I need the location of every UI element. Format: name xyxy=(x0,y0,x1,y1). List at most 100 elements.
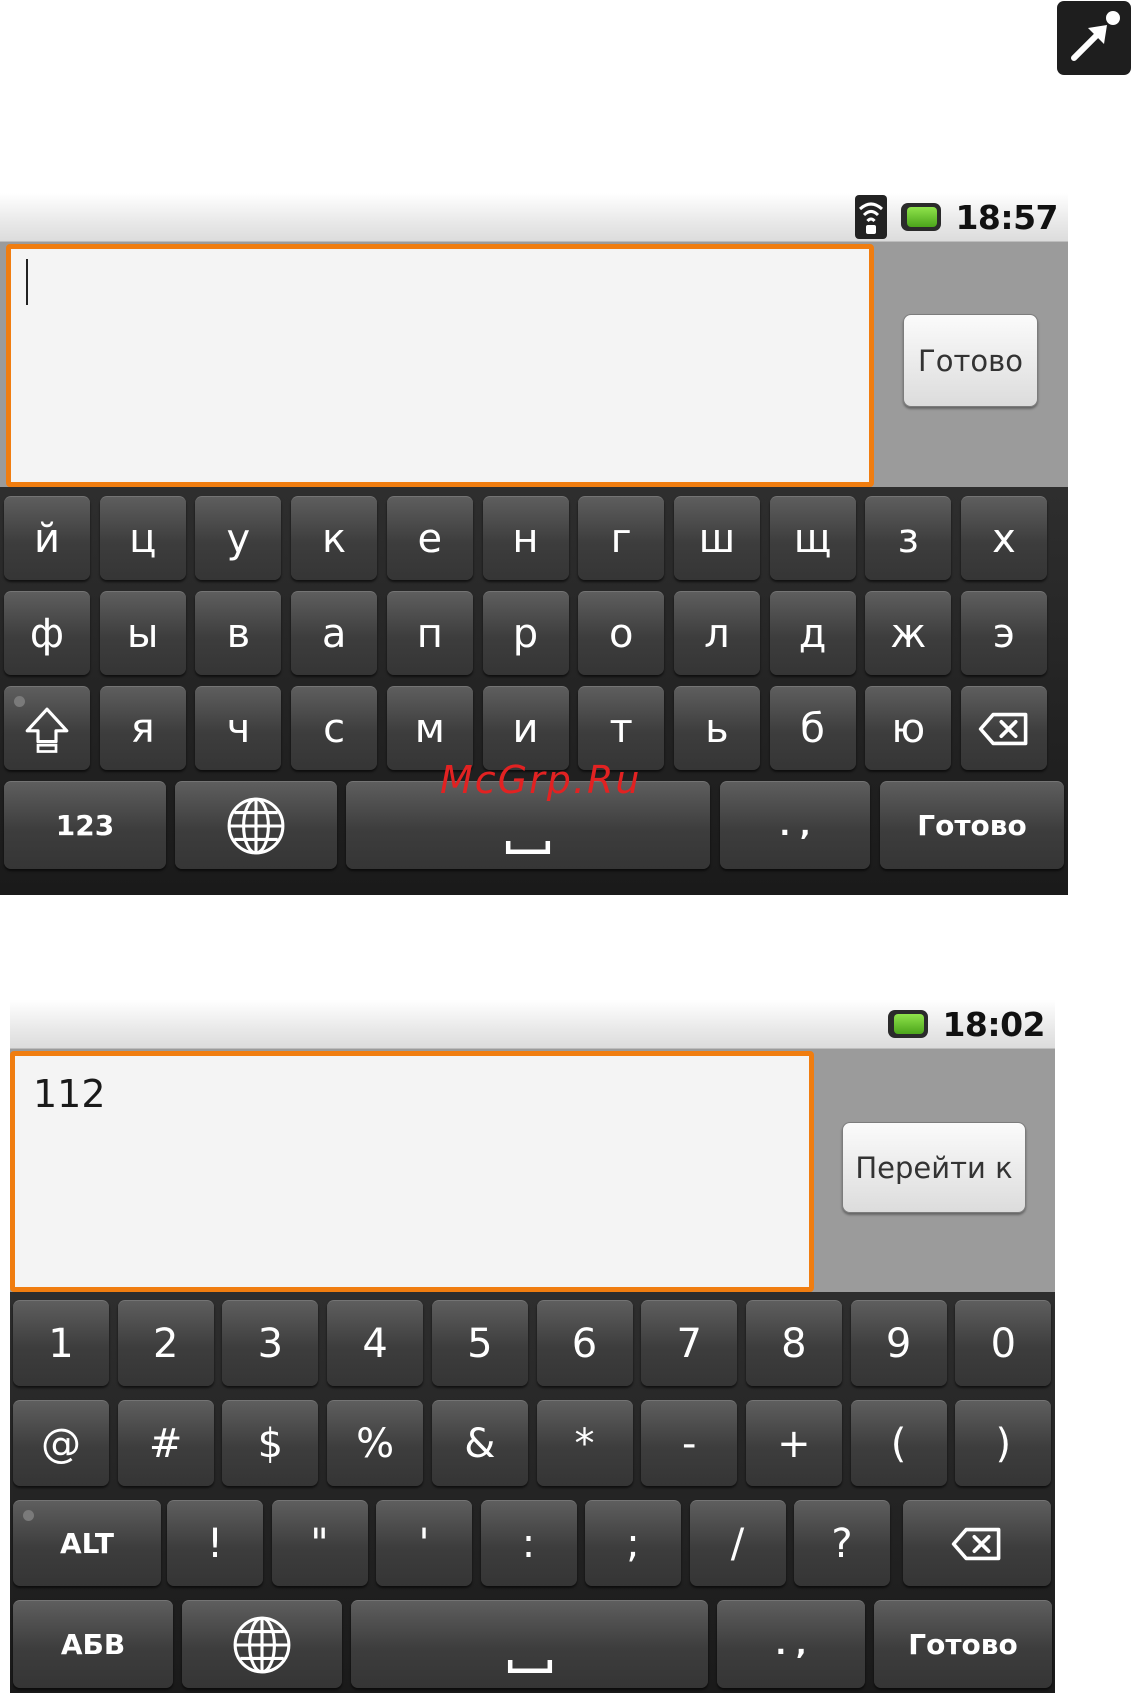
screenshot-symbol-keyboard: 18:02 112 Перейти к 1 2 3 4 5 6 7 8 9 0 @ # $% & * - + ()… xyxy=(10,1000,1055,1693)
key[interactable]: 2 xyxy=(117,1300,214,1386)
key[interactable]: 7 xyxy=(641,1300,738,1386)
backspace-icon xyxy=(951,1527,1001,1560)
key[interactable]: ф xyxy=(4,591,90,675)
key[interactable]: 0 xyxy=(955,1300,1052,1386)
key[interactable]: к xyxy=(291,496,378,580)
key[interactable]: в xyxy=(195,591,282,675)
done-key[interactable]: Готово xyxy=(874,1600,1052,1688)
key[interactable]: ; xyxy=(585,1500,681,1586)
key-label: АБВ xyxy=(60,1628,126,1661)
key[interactable]: э xyxy=(961,591,1047,675)
punctuation-key[interactable]: . , xyxy=(717,1600,865,1688)
key[interactable]: о xyxy=(578,591,665,675)
key[interactable]: # xyxy=(117,1400,214,1486)
key[interactable]: 9 xyxy=(850,1300,947,1386)
input-area: Готово xyxy=(0,242,1068,487)
key[interactable]: % xyxy=(327,1400,424,1486)
key[interactable]: ! xyxy=(167,1500,263,1586)
key[interactable]: ' xyxy=(376,1500,472,1586)
key[interactable]: д xyxy=(769,591,856,675)
status-bar: 18:02 xyxy=(10,1000,1055,1049)
key-label: # xyxy=(148,1420,183,1467)
key-label: ; xyxy=(626,1520,640,1567)
key-label: 5 xyxy=(467,1320,493,1367)
status-bar: 18:57 xyxy=(0,193,1068,242)
mode-abc-key[interactable]: АБВ xyxy=(13,1600,173,1688)
key[interactable]: - xyxy=(641,1400,738,1486)
key[interactable]: ю xyxy=(865,686,952,770)
space-key[interactable] xyxy=(351,1600,708,1688)
status-time: 18:02 xyxy=(942,1004,1045,1044)
key[interactable]: у xyxy=(195,496,282,580)
key[interactable]: п xyxy=(386,591,473,675)
key[interactable]: б xyxy=(769,686,856,770)
key[interactable]: ч xyxy=(195,686,282,770)
backspace-key[interactable] xyxy=(961,686,1047,770)
key[interactable]: @ xyxy=(13,1400,109,1486)
done-action-button[interactable]: Готово xyxy=(903,314,1038,407)
key[interactable]: * xyxy=(536,1400,633,1486)
key-label: 2 xyxy=(152,1320,179,1367)
key[interactable]: ? xyxy=(794,1500,890,1586)
key[interactable]: ы xyxy=(99,591,186,675)
key-label: б xyxy=(800,705,825,752)
go-to-action-button[interactable]: Перейти к xyxy=(842,1122,1026,1213)
key-label: 6 xyxy=(571,1320,598,1367)
indicator-dot xyxy=(23,1510,34,1521)
key[interactable]: & xyxy=(431,1400,528,1486)
mode-123-key[interactable]: 123 xyxy=(4,781,166,869)
key[interactable]: л xyxy=(673,591,760,675)
key[interactable]: 4 xyxy=(327,1300,424,1386)
key-label: 8 xyxy=(781,1320,807,1367)
key[interactable]: ь xyxy=(673,686,760,770)
key[interactable]: щ xyxy=(769,496,856,580)
key[interactable]: з xyxy=(865,496,952,580)
language-key[interactable] xyxy=(175,781,337,869)
key[interactable]: + xyxy=(745,1400,842,1486)
key-label: с xyxy=(323,705,346,752)
key[interactable]: / xyxy=(689,1500,786,1586)
key[interactable]: г xyxy=(578,496,665,580)
key-label: ь xyxy=(705,705,729,752)
key[interactable]: ц xyxy=(99,496,186,580)
key[interactable]: " xyxy=(271,1500,368,1586)
done-key[interactable]: Готово xyxy=(880,781,1064,869)
key[interactable]: 6 xyxy=(536,1300,633,1386)
key[interactable]: ш xyxy=(673,496,760,580)
language-key[interactable] xyxy=(182,1600,342,1688)
key-label: @ xyxy=(41,1420,81,1467)
key[interactable]: е xyxy=(386,496,473,580)
key[interactable]: р xyxy=(482,591,569,675)
key-label: в xyxy=(226,610,251,657)
key[interactable]: ж xyxy=(865,591,952,675)
text-input[interactable] xyxy=(6,244,874,487)
backspace-key[interactable] xyxy=(903,1500,1051,1586)
key[interactable]: ( xyxy=(850,1400,947,1486)
alt-key[interactable]: ALT xyxy=(13,1500,161,1586)
wifi-icon xyxy=(855,195,888,239)
text-input[interactable]: 112 xyxy=(10,1051,814,1292)
key[interactable]: н xyxy=(482,496,569,580)
key[interactable]: с xyxy=(291,686,378,770)
shift-key[interactable] xyxy=(4,686,90,770)
key-label: к xyxy=(322,515,347,562)
key[interactable]: 1 xyxy=(13,1300,109,1386)
key[interactable]: ) xyxy=(955,1400,1052,1486)
expand-arrow-icon[interactable] xyxy=(1057,1,1131,75)
key[interactable]: $ xyxy=(222,1400,319,1486)
key-label: $ xyxy=(257,1420,284,1467)
key[interactable]: 8 xyxy=(745,1300,842,1386)
key-label: / xyxy=(730,1520,745,1567)
key[interactable]: а xyxy=(291,591,378,675)
key[interactable]: й xyxy=(4,496,90,580)
key[interactable]: : xyxy=(480,1500,577,1586)
key[interactable]: х xyxy=(961,496,1047,580)
key-label: % xyxy=(356,1420,395,1467)
key[interactable]: я xyxy=(99,686,186,770)
battery-icon xyxy=(888,1010,929,1038)
punctuation-key[interactable]: . , xyxy=(720,781,870,869)
space-icon xyxy=(505,840,551,854)
key-label: я xyxy=(130,705,155,752)
key[interactable]: 5 xyxy=(431,1300,528,1386)
key[interactable]: 3 xyxy=(222,1300,319,1386)
